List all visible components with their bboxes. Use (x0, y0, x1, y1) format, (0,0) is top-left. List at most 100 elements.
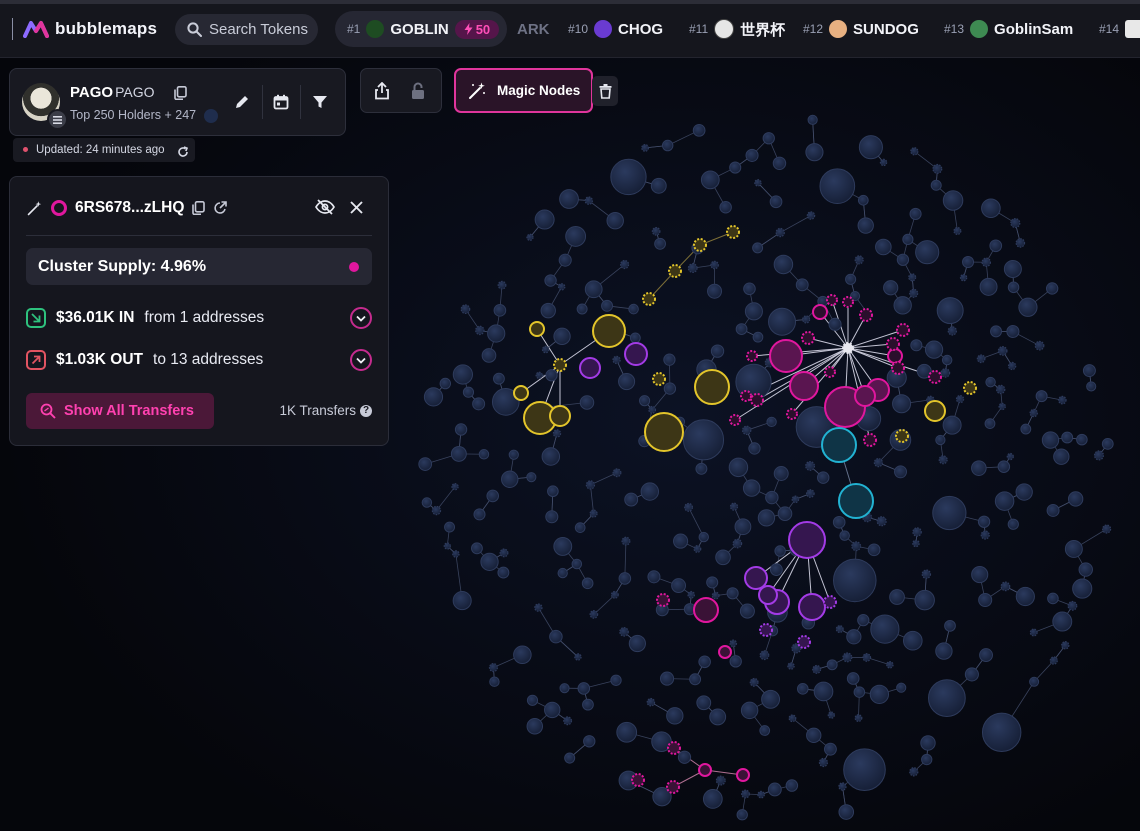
holder-bubble[interactable] (616, 721, 638, 743)
holder-bubble[interactable] (621, 536, 631, 546)
holder-bubble[interactable] (619, 627, 629, 637)
holder-bubble[interactable] (439, 377, 452, 390)
holder-bubble[interactable] (684, 502, 694, 512)
holder-bubble[interactable] (767, 782, 782, 797)
holder-bubble[interactable] (475, 325, 485, 336)
holder-bubble[interactable] (585, 480, 596, 490)
holder-bubble[interactable] (526, 718, 544, 735)
cyan-cluster-bubble[interactable] (838, 483, 874, 519)
holder-bubble[interactable] (1076, 433, 1088, 446)
holder-bubble[interactable] (932, 495, 967, 531)
holder-bubble[interactable] (980, 530, 990, 540)
holder-bubble[interactable] (932, 163, 943, 174)
purple-cluster-bubble[interactable] (758, 585, 778, 605)
yellow-cluster-bubble[interactable] (642, 292, 656, 306)
holder-bubble[interactable] (805, 489, 815, 498)
holder-bubble[interactable] (846, 629, 862, 645)
holder-bubble[interactable] (998, 402, 1006, 411)
holder-bubble[interactable] (663, 382, 677, 395)
holder-bubble[interactable] (1035, 390, 1048, 403)
holder-bubble[interactable] (719, 201, 732, 214)
holder-bubble[interactable] (1020, 423, 1032, 435)
holder-bubble[interactable] (606, 212, 624, 230)
holder-bubble[interactable] (912, 539, 920, 548)
holder-bubble[interactable] (513, 645, 532, 665)
holder-bubble[interactable] (941, 354, 953, 366)
holder-bubble[interactable] (584, 196, 594, 205)
holder-bubble[interactable] (981, 257, 992, 268)
holder-bubble[interactable] (480, 552, 499, 571)
holder-bubble[interactable] (739, 603, 755, 619)
holder-bubble[interactable] (729, 502, 739, 511)
holder-bubble[interactable] (735, 363, 772, 400)
holder-bubble[interactable] (823, 742, 837, 756)
holder-bubble[interactable] (443, 542, 451, 550)
holder-bubble[interactable] (682, 419, 725, 461)
ticker-item-goblin[interactable]: #1 GOBLIN 50 (335, 11, 508, 47)
purple-cluster-bubble[interactable] (823, 595, 837, 609)
holder-bubble[interactable] (816, 471, 830, 484)
holder-bubble[interactable] (1029, 676, 1040, 687)
holder-bubble[interactable] (552, 429, 562, 438)
yellow-cluster-bubble[interactable] (694, 369, 730, 405)
holder-bubble[interactable] (870, 614, 900, 644)
holder-bubble[interactable] (935, 434, 946, 446)
holder-bubble[interactable] (832, 515, 846, 529)
holder-bubble[interactable] (892, 394, 912, 414)
holder-bubble[interactable] (1086, 381, 1097, 392)
holder-bubble[interactable] (843, 748, 886, 792)
holder-bubble[interactable] (749, 677, 759, 687)
holder-bubble[interactable] (732, 538, 743, 549)
pink-cluster-bubble[interactable] (769, 339, 803, 373)
holder-bubble[interactable] (893, 296, 912, 315)
holder-bubble[interactable] (909, 207, 922, 220)
holder-bubble[interactable] (867, 543, 881, 557)
holder-bubble[interactable] (947, 326, 958, 336)
holder-bubble[interactable] (768, 307, 797, 336)
holder-bubble[interactable] (1078, 562, 1093, 577)
pink-cluster-bubble[interactable] (656, 593, 670, 607)
holder-bubble[interactable] (1029, 408, 1038, 418)
holder-bubble[interactable] (589, 509, 598, 518)
holder-bubble[interactable] (835, 625, 844, 634)
pink-cluster-bubble[interactable] (863, 433, 877, 447)
holder-bubble[interactable] (851, 541, 862, 552)
holder-bubble[interactable] (549, 629, 563, 644)
copy-address-button[interactable] (174, 86, 187, 105)
holder-bubble[interactable] (924, 340, 944, 359)
holder-bubble[interactable] (876, 516, 887, 527)
holder-bubble[interactable] (990, 325, 1002, 338)
holder-bubble[interactable] (862, 653, 872, 662)
holder-bubble[interactable] (981, 712, 1022, 753)
holder-bubble[interactable] (914, 589, 935, 611)
holder-bubble[interactable] (741, 425, 752, 436)
holder-bubble[interactable] (1015, 483, 1033, 501)
holder-bubble[interactable] (928, 679, 966, 717)
holder-bubble[interactable] (805, 143, 824, 162)
holder-bubble[interactable] (584, 280, 603, 299)
holder-bubble[interactable] (666, 707, 684, 725)
holder-bubble[interactable] (802, 315, 811, 324)
yellow-cluster-bubble[interactable] (553, 358, 567, 372)
holder-bubble[interactable] (486, 489, 500, 503)
holder-bubble[interactable] (854, 714, 863, 722)
holder-bubble[interactable] (742, 479, 761, 497)
holder-bubble[interactable] (526, 694, 539, 706)
holder-bubble[interactable] (1003, 259, 1022, 278)
holder-bubble[interactable] (1064, 539, 1083, 558)
holder-bubble[interactable] (473, 508, 486, 521)
holder-bubble[interactable] (589, 609, 599, 619)
holder-bubble[interactable] (629, 332, 641, 344)
holder-bubble[interactable] (707, 283, 723, 299)
holder-bubble[interactable] (544, 274, 557, 287)
holder-bubble[interactable] (1093, 450, 1105, 461)
holder-bubble[interactable] (508, 449, 519, 460)
holder-bubble[interactable] (1006, 452, 1014, 461)
holder-bubble[interactable] (654, 237, 666, 250)
holder-bubble[interactable] (431, 505, 442, 516)
holder-bubble[interactable] (1052, 611, 1073, 632)
holder-bubble[interactable] (953, 226, 962, 236)
holder-bubble[interactable] (535, 371, 543, 379)
holder-bubble[interactable] (1034, 340, 1045, 351)
holder-bubble[interactable] (452, 364, 473, 385)
